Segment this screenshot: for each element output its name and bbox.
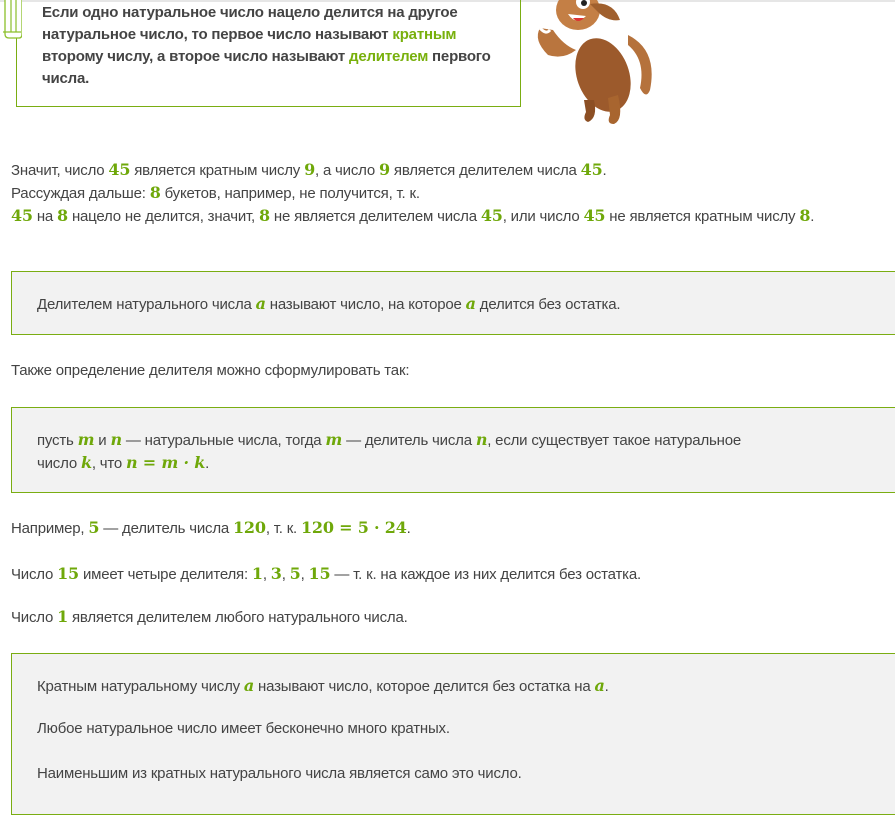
text-segment: , а число bbox=[315, 162, 379, 179]
math-variable: a bbox=[465, 294, 476, 313]
text-segment: , bbox=[300, 566, 309, 583]
text-segment: называют число, которое делится без оста… bbox=[254, 678, 595, 695]
text-segment: Значит, число bbox=[11, 162, 109, 179]
text-segment: букетов, например, не получится, т. к. bbox=[160, 185, 420, 202]
math-variable: n = m · k bbox=[126, 453, 206, 472]
math-number: 120 bbox=[233, 518, 266, 537]
math-variable: m bbox=[77, 430, 95, 449]
text-segment: второму числу, а второе число называют bbox=[42, 48, 350, 65]
math-number: 5 bbox=[289, 564, 301, 583]
text-segment: число bbox=[37, 455, 81, 472]
text-segment: , что bbox=[91, 455, 126, 472]
math-number: 1 bbox=[57, 607, 69, 626]
text-segment: — делитель числа bbox=[342, 432, 476, 449]
formal-definition-box: пусть m и n — натуральные числа, тогда m… bbox=[11, 407, 895, 493]
text-segment: — т. к. на каждое из них делится без ост… bbox=[330, 566, 641, 583]
text-segment: Рассуждая дальше: bbox=[11, 185, 150, 202]
smallest-multiple-text: Наименьшим из кратных натурального числа… bbox=[37, 763, 867, 785]
text-segment: Любое натуральное число имеет бесконечно… bbox=[37, 720, 450, 737]
text-segment: — натуральные числа, тогда bbox=[121, 432, 326, 449]
one-divisor-paragraph: Число 1 является делителем любого натура… bbox=[11, 606, 895, 629]
text-segment: , или число bbox=[502, 208, 584, 225]
math-variable: a bbox=[255, 294, 266, 313]
text-segment: называют число, на которое bbox=[265, 296, 466, 313]
math-number: 15 bbox=[308, 564, 331, 583]
text-segment: . bbox=[604, 678, 609, 695]
text-segment: Кратным натуральному числу bbox=[37, 678, 244, 695]
text-segment: и bbox=[94, 432, 111, 449]
dog-mascot-illustration bbox=[537, 0, 652, 124]
math-variable: a bbox=[243, 676, 255, 695]
math-number: 15 bbox=[57, 564, 79, 583]
text-segment: . bbox=[205, 455, 210, 472]
text-segment: , bbox=[262, 566, 271, 583]
math-number: 45 bbox=[583, 206, 606, 225]
fifteen-divisors-paragraph: Число 15 имеет четыре делителя: 1, 3, 5,… bbox=[11, 563, 895, 586]
math-number: 45 bbox=[108, 160, 131, 179]
math-variable: a bbox=[594, 676, 605, 695]
highlighted-term: кратным bbox=[392, 26, 457, 43]
multiple-definition-box: Кратным натуральному числу a называют чи… bbox=[11, 653, 895, 815]
math-variable: n bbox=[475, 430, 488, 449]
text-segment: Например, bbox=[11, 520, 89, 537]
divisor-definition-text: Делителем натурального числа a называют … bbox=[37, 293, 867, 316]
math-number: 8 bbox=[258, 206, 270, 225]
definition-text: Если одно натуральное число нацело делит… bbox=[42, 2, 512, 90]
math-number: 3 bbox=[270, 564, 282, 583]
text-segment: имеет четыре делителя: bbox=[78, 566, 252, 583]
text-segment: , если существует такое натуральное bbox=[487, 432, 741, 449]
text-segment: Число bbox=[11, 609, 58, 626]
multiple-definition-text: Кратным натуральному числу a называют чи… bbox=[37, 675, 867, 698]
text-segment: не является делителем числа bbox=[269, 208, 481, 225]
math-number: 1 bbox=[251, 564, 263, 583]
math-variable: n bbox=[110, 430, 122, 449]
math-number: 8 bbox=[149, 183, 161, 202]
math-number: 5 bbox=[88, 518, 100, 537]
bookmark-icon bbox=[3, 0, 22, 39]
math-number: 8 bbox=[799, 206, 811, 225]
text-segment: нацело не делится, значит, bbox=[67, 208, 259, 225]
math-number: 120 = 5 · 24 bbox=[301, 518, 407, 537]
math-number: 45 bbox=[11, 206, 33, 225]
text-segment: пусть bbox=[37, 432, 78, 449]
text-segment: Делителем натурального числа bbox=[37, 296, 256, 313]
math-variable: m bbox=[325, 430, 343, 449]
text-segment: Также определение делителя можно сформул… bbox=[11, 362, 410, 379]
text-segment: . bbox=[406, 520, 411, 537]
explanation-paragraph: Значит, число 45 является кратным числу … bbox=[11, 159, 895, 228]
text-segment: . bbox=[602, 162, 607, 179]
text-segment: является кратным числу bbox=[130, 162, 305, 179]
math-number: 45 bbox=[480, 206, 503, 225]
text-segment: является делителем числа bbox=[389, 162, 581, 179]
math-number: 9 bbox=[379, 160, 390, 179]
example-paragraph: Например, 5 — делитель числа 120, т. к. … bbox=[11, 517, 895, 540]
formal-definition-text: пусть m и n — натуральные числа, тогда m… bbox=[37, 429, 867, 475]
alt-definition-intro: Также определение делителя можно сформул… bbox=[11, 360, 895, 382]
text-segment: — делитель числа bbox=[99, 520, 233, 537]
text-segment: Наименьшим из кратных натурального числа… bbox=[37, 765, 522, 782]
math-variable: k bbox=[80, 453, 92, 472]
math-number: 8 bbox=[57, 206, 68, 225]
infinite-multiples-text: Любое натуральное число имеет бесконечно… bbox=[37, 718, 867, 740]
text-segment: Число bbox=[11, 566, 58, 583]
math-number: 9 bbox=[304, 160, 316, 179]
math-number: 45 bbox=[580, 160, 603, 179]
highlighted-term: делителем bbox=[349, 48, 429, 65]
text-segment: на bbox=[32, 208, 58, 225]
text-segment: , bbox=[281, 566, 290, 583]
text-segment: . bbox=[810, 208, 815, 225]
text-segment: не является кратным числу bbox=[605, 208, 800, 225]
text-segment: , т. к. bbox=[265, 520, 301, 537]
divisor-definition-box: Делителем натурального числа a называют … bbox=[11, 271, 895, 335]
text-segment: делится без остатка. bbox=[475, 296, 621, 313]
text-segment: является делителем любого натурального ч… bbox=[68, 609, 408, 626]
